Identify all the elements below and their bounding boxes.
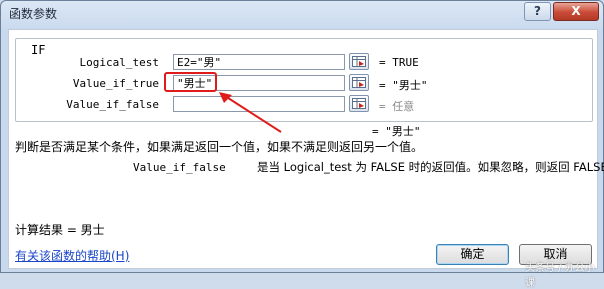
value-if-false-collapse-button[interactable]: [349, 95, 369, 112]
value-if-false-label: Value_if_false: [66, 98, 159, 111]
ok-button[interactable]: 确定: [436, 244, 509, 265]
highlight-box: [164, 72, 217, 92]
title-bar[interactable]: 函数参数 ? X: [1, 1, 603, 25]
argument-description-name: Value_if_false: [133, 161, 226, 174]
function-help-link[interactable]: 有关该函数的帮助(H): [15, 247, 129, 264]
help-button[interactable]: ?: [524, 2, 551, 21]
value-if-true-result: = "男士": [379, 79, 428, 92]
calculation-result: 计算结果 = 男士: [15, 223, 105, 237]
range-select-icon: [352, 98, 366, 109]
function-arguments-dialog: 函数参数 ? X IF Logical_test E2="男" = TRUE V…: [0, 0, 604, 289]
dialog-body: IF Logical_test E2="男" = TRUE Value_if_t…: [8, 29, 604, 269]
watermark: 头条号 / 办公小课: [525, 263, 595, 289]
annotation-arrow-icon: [219, 92, 282, 133]
range-select-icon: [352, 56, 366, 67]
function-description: 判断是否满足某个条件，如果满足返回一个值，如果不满足则返回另一个值。: [15, 140, 424, 154]
dialog-title: 函数参数: [9, 7, 58, 21]
function-name: IF: [28, 43, 49, 57]
value-if-true-label: Value_if_true: [72, 77, 159, 90]
logical-test-result: = TRUE: [379, 56, 419, 69]
logical-test-input[interactable]: E2="男": [173, 54, 345, 70]
close-button[interactable]: X: [553, 2, 599, 21]
overall-result: = "男士": [372, 125, 421, 138]
logical-test-label: Logical_test: [79, 56, 159, 69]
logical-test-collapse-button[interactable]: [349, 53, 369, 70]
value-if-false-result: = 任意: [379, 100, 415, 113]
value-if-true-collapse-button[interactable]: [349, 74, 369, 91]
argument-description-text: 是当 Logical_test 为 FALSE 时的返回值。如果忽略，则返回 F…: [257, 160, 604, 174]
range-select-icon: [352, 77, 366, 88]
